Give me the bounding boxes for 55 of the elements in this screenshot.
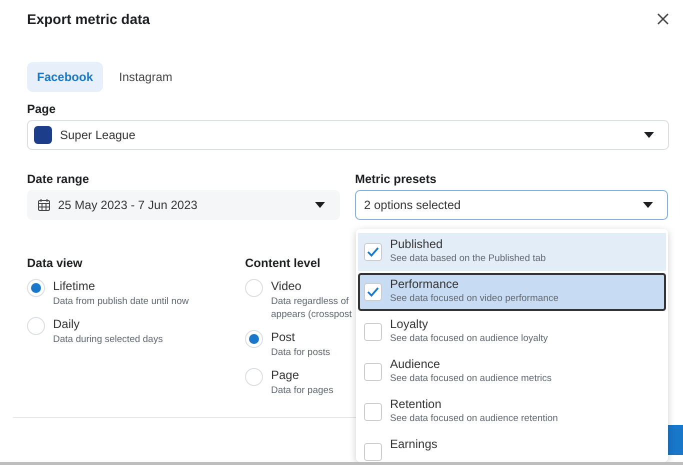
- option-description: Data from publish date until now: [53, 295, 189, 308]
- calendar-icon: [38, 199, 50, 211]
- page-select[interactable]: Super League: [27, 120, 669, 150]
- field-label: Page: [27, 102, 57, 116]
- option-label: Post: [271, 330, 296, 344]
- checkbox[interactable]: [364, 403, 382, 421]
- page-logo-icon: [34, 126, 52, 144]
- option-label: Retention: [390, 397, 442, 411]
- close-icon[interactable]: [657, 13, 669, 25]
- option-label: Earnings: [390, 437, 438, 451]
- option-label: Video: [271, 279, 302, 293]
- radio-button[interactable]: [245, 330, 263, 348]
- preset-option[interactable]: Earnings: [358, 433, 666, 462]
- field-label: Metric presets: [355, 172, 438, 186]
- option-label: Loyalty: [390, 317, 430, 331]
- option-description: See data based on the Published tab: [390, 253, 546, 264]
- option-label: Audience: [390, 357, 442, 371]
- option-label: Performance: [390, 277, 460, 291]
- checkbox[interactable]: [364, 323, 382, 341]
- metric-presets-select[interactable]: 2 options selected: [355, 190, 668, 220]
- checkbox[interactable]: [364, 243, 382, 261]
- caret-icon: [644, 132, 654, 138]
- checkbox[interactable]: [364, 283, 382, 301]
- preset-option[interactable]: Performance See data focused on video performance: [358, 273, 666, 311]
- option-description: See data focused on audience metrics: [390, 373, 552, 384]
- preset-option[interactable]: Audience See data focused on audience metrics: [358, 353, 666, 391]
- radio-button[interactable]: [245, 368, 263, 386]
- option-description: See data focused on video performance: [390, 293, 558, 304]
- caret-icon: [315, 202, 325, 208]
- option-description: See data focused on audience retention: [390, 413, 558, 424]
- tab[interactable]: Facebook: [27, 62, 104, 92]
- option-description: See data focused on audience loyalty: [390, 333, 548, 344]
- option-label: Lifetime: [53, 279, 96, 293]
- tab[interactable]: Instagram: [109, 62, 182, 92]
- radio-button[interactable]: [27, 317, 45, 335]
- option-label: Daily: [53, 317, 81, 331]
- option-description: Data for pages: [271, 384, 334, 397]
- preset-option[interactable]: Loyalty See data focused on audience loyalty: [358, 313, 666, 351]
- option-description: Data for posts: [271, 346, 332, 359]
- section-label: Content level: [245, 256, 322, 270]
- checkbox[interactable]: [364, 363, 382, 381]
- field-label: Date range: [27, 172, 90, 186]
- option-label: Page: [271, 368, 300, 382]
- option-label: Published: [390, 237, 444, 251]
- caret-icon: [643, 202, 653, 208]
- radio-button[interactable]: [27, 279, 45, 297]
- preset-option[interactable]: Retention See data focused on audience retention: [358, 393, 666, 431]
- option-description: Data during selected days: [53, 333, 163, 346]
- preset-option[interactable]: Published See data based on the Published tab: [358, 233, 666, 271]
- radio-button[interactable]: [245, 279, 263, 297]
- option-description: Data regardless of appears (crosspost: [271, 295, 353, 321]
- date-range-select[interactable]: 25 May 2023 - 7 Jun 2023: [27, 190, 340, 220]
- dialog-title: Export metric data: [27, 11, 150, 27]
- section-label: Data view: [27, 256, 84, 270]
- checkbox[interactable]: [364, 443, 382, 461]
